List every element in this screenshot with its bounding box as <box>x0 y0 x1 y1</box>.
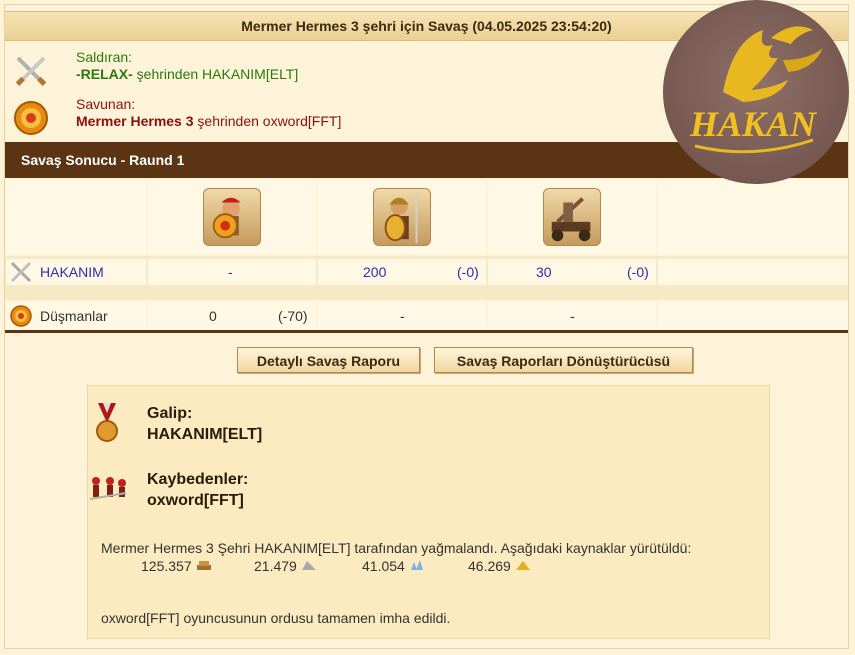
resource-crystal: 41.054 <box>362 558 425 574</box>
svg-text:HAKAN: HAKAN <box>689 104 818 144</box>
attacker-label: Saldıran: <box>76 49 133 65</box>
sulfur-icon <box>515 561 530 570</box>
fallen-soldiers-icon <box>89 477 127 500</box>
report-converter-button[interactable]: Savaş Raporları Dönüştürücüsü <box>434 347 693 373</box>
defender-section: Savunan: Mermer Hermes 3 şehrinden oxwor… <box>11 96 671 140</box>
defender-line: Mermer Hermes 3 şehrinden oxword[FFT] <box>76 113 341 129</box>
medal-icon <box>96 403 118 442</box>
crossed-swords-icon <box>10 261 32 283</box>
resource-wood: 125.357 <box>141 558 212 574</box>
shield-icon <box>10 305 32 327</box>
unit-col-2 <box>318 180 486 254</box>
phoenix-bird-icon: HAKAN <box>689 26 823 154</box>
unit-col-1 <box>148 180 316 254</box>
table-cell: 200 (-0) <box>318 259 486 285</box>
defender-city[interactable]: Mermer Hermes 3 <box>76 113 194 129</box>
marble-icon <box>301 561 316 570</box>
hakan-logo: HAKAN <box>663 0 849 184</box>
winner-label: Galip: <box>147 405 193 422</box>
shield-icon <box>14 101 48 135</box>
attacker-row-label: HAKANIM <box>6 259 146 285</box>
attacker-line: -RELAX- şehrinden HAKANIM[ELT] <box>76 66 298 82</box>
attacker-name[interactable]: HAKANIM <box>40 259 104 285</box>
spearman-icon <box>373 188 431 246</box>
unit-col-3 <box>488 180 656 254</box>
defender-label: Savunan: <box>76 96 136 112</box>
table-cell: - <box>318 302 486 330</box>
attacker-city[interactable]: -RELAX- <box>76 66 133 82</box>
loser-name: oxword[FFT] <box>147 492 244 509</box>
winner-name: HAKANIM[ELT] <box>147 426 263 443</box>
attacker-player[interactable]: şehrinden HAKANIM[ELT] <box>133 66 299 82</box>
plunder-text: Mermer Hermes 3 Şehri HAKANIM[ELT] taraf… <box>101 540 692 556</box>
battle-summary: Galip: HAKANIM[ELT] Kaybedenler: oxword[… <box>87 385 770 639</box>
army-destroyed-text: oxword[FFT] oyuncusunun ordusu tamamen i… <box>101 610 451 626</box>
resource-sulfur: 46.269 <box>468 558 531 574</box>
crystal-icon <box>410 560 423 570</box>
resource-marble: 21.479 <box>254 558 317 574</box>
wood-icon <box>196 561 211 570</box>
table-cell: - <box>148 259 316 285</box>
catapult-icon <box>543 188 601 246</box>
loser-label: Kaybedenler: <box>147 471 249 488</box>
table-cell: 0 (-70) <box>148 302 316 330</box>
shield-warrior-icon <box>203 188 261 246</box>
defender-name: Düşmanlar <box>40 308 108 324</box>
defender-row-label: Düşmanlar <box>6 302 146 330</box>
table-cell: - <box>488 302 656 330</box>
table-cell: 30 (-0) <box>488 259 656 285</box>
crossed-swords-icon <box>15 56 47 86</box>
attacker-section: Saldıran: -RELAX- şehrinden HAKANIM[ELT] <box>11 49 671 93</box>
defender-player[interactable]: şehrinden oxword[FFT] <box>194 113 341 129</box>
detailed-report-button[interactable]: Detaylı Savaş Raporu <box>237 347 420 373</box>
